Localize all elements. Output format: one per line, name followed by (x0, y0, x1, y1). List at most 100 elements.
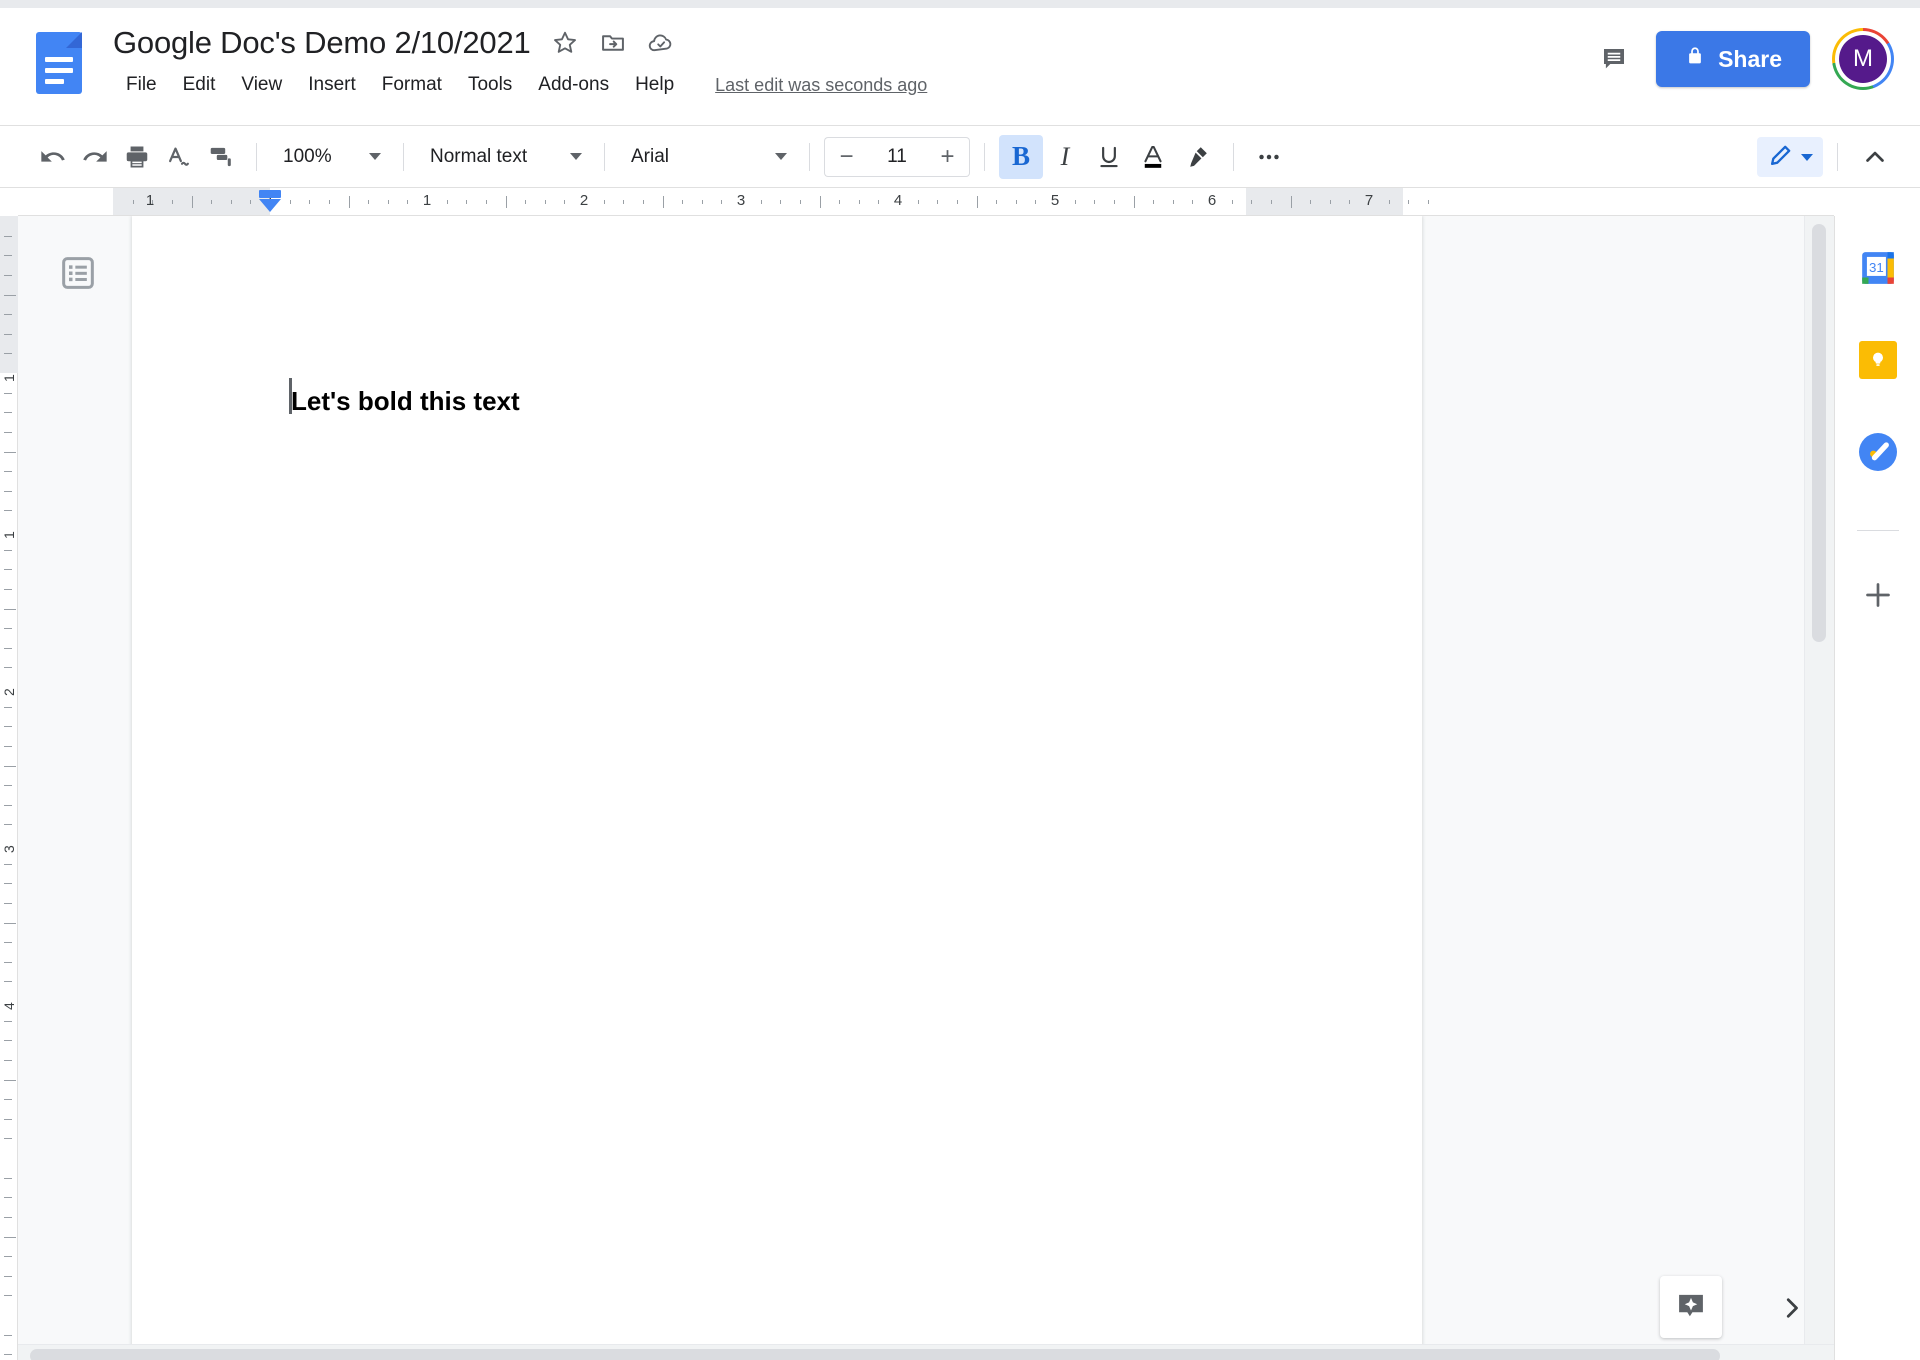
vertical-scrollbar-thumb[interactable] (1812, 224, 1826, 642)
editing-mode-button[interactable] (1757, 137, 1823, 177)
ruler-tick (4, 1197, 12, 1199)
ruler-tick (230, 200, 232, 204)
document-page[interactable]: Let's bold this text (132, 216, 1422, 1360)
increase-font-size-button[interactable]: + (926, 136, 970, 177)
lock-icon (1684, 45, 1706, 73)
menu-item-tools[interactable]: Tools (455, 70, 525, 100)
ruler-tick (4, 1295, 12, 1297)
ruler-tick (485, 200, 487, 204)
ruler-tick-label: 1 (145, 192, 155, 209)
font-family-select[interactable]: Arial (619, 137, 795, 177)
ruler-tick (4, 1020, 12, 1022)
avatar[interactable]: M (1832, 28, 1894, 90)
ruler-tick (917, 200, 919, 204)
paint-format-icon[interactable] (200, 136, 242, 178)
ruler-tick (4, 1059, 12, 1061)
right-indent-marker[interactable] (1235, 190, 1257, 198)
menu-item-insert[interactable]: Insert (295, 70, 369, 100)
ruler-tick (4, 981, 12, 983)
document-title[interactable]: Google Doc's Demo 2/10/2021 (113, 24, 531, 62)
cloud-saved-icon[interactable] (647, 29, 675, 57)
ruler-tick (839, 200, 841, 204)
decrease-font-size-button[interactable]: − (824, 136, 868, 177)
ruler-tick (1388, 200, 1390, 204)
formatting-toolbar: 100% Normal text Arial − 11 + B I (0, 126, 1920, 188)
right-margin-region[interactable] (1246, 188, 1403, 215)
ruler-tick (937, 200, 939, 204)
ruler-tick (4, 392, 12, 394)
spellcheck-icon[interactable] (158, 136, 200, 178)
ruler-tick (4, 431, 12, 433)
document-body-text[interactable]: Let's bold this text (291, 386, 520, 417)
ruler-tick-label: 6 (1207, 192, 1217, 209)
ruler-tick (623, 200, 625, 204)
menu-item-help[interactable]: Help (622, 70, 687, 100)
sidebar-item-google-calendar[interactable]: 31 (1850, 240, 1906, 296)
ruler-tick-label: 2 (579, 192, 589, 209)
horizontal-scrollbar-track[interactable] (18, 1344, 1834, 1360)
ruler-tick (4, 1099, 12, 1101)
document-outline-icon[interactable] (56, 251, 100, 295)
toolbar-divider (1837, 143, 1838, 171)
share-button[interactable]: Share (1656, 31, 1810, 87)
side-panel: 31 (1834, 216, 1920, 1360)
menu-item-file[interactable]: File (113, 70, 170, 100)
explore-button[interactable] (1660, 1276, 1722, 1338)
app-header: Google Doc's Demo 2/10/2021 File Edit Vi… (0, 8, 1920, 126)
vertical-ruler[interactable]: 1 1 2 3 4 (0, 216, 18, 1360)
paragraph-style-select[interactable]: Normal text (418, 137, 590, 177)
collapse-toolbar-button[interactable] (1852, 135, 1898, 179)
menu-item-edit[interactable]: Edit (170, 70, 229, 100)
highlight-color-button[interactable] (1175, 135, 1219, 179)
more-options-button[interactable] (1248, 136, 1290, 178)
undo-icon[interactable] (32, 136, 74, 178)
ruler-tick (819, 196, 821, 208)
bold-button[interactable]: B (999, 134, 1043, 179)
add-addon-button[interactable] (1850, 567, 1906, 623)
menu-item-format[interactable]: Format (369, 70, 455, 100)
star-icon[interactable] (551, 29, 579, 57)
ruler-tick-label: 4 (893, 192, 903, 209)
comment-history-icon[interactable] (1594, 39, 1634, 79)
ruler-tick (348, 196, 350, 208)
font-size-stepper: − 11 + (824, 136, 970, 177)
menu-item-addons[interactable]: Add-ons (525, 70, 622, 100)
ruler-tick (4, 942, 12, 944)
zoom-value: 100% (283, 145, 332, 167)
google-docs-logo-icon[interactable] (36, 32, 82, 94)
ruler-tick (4, 922, 16, 924)
ruler-tick (4, 647, 12, 649)
chevron-down-icon (570, 153, 582, 160)
redo-icon[interactable] (74, 136, 116, 178)
ruler-tick (368, 200, 370, 204)
left-indent-marker[interactable] (259, 190, 281, 212)
chevron-down-icon (369, 153, 381, 160)
move-to-folder-icon[interactable] (599, 29, 627, 57)
menu-item-view[interactable]: View (228, 70, 295, 100)
ruler-tick (4, 1334, 12, 1336)
ruler-tick (525, 200, 527, 204)
font-size-input[interactable]: 11 (868, 136, 926, 177)
header-actions: Share M (1594, 28, 1894, 90)
sidebar-item-google-keep[interactable] (1850, 332, 1906, 388)
horizontal-ruler[interactable]: 112345671 (18, 188, 1834, 216)
text-color-button[interactable] (1131, 135, 1175, 179)
toolbar-divider (256, 142, 257, 171)
ruler-tick (4, 804, 12, 806)
zoom-select[interactable]: 100% (271, 137, 389, 177)
expand-sidebar-button[interactable] (1764, 1280, 1820, 1336)
italic-button[interactable]: I (1043, 135, 1087, 179)
horizontal-scrollbar-thumb[interactable] (30, 1349, 1720, 1360)
menu-bar: File Edit View Insert Format Tools Add-o… (113, 70, 927, 100)
ruler-tick-label: 1 (1, 374, 17, 382)
sidebar-item-google-tasks[interactable] (1850, 424, 1906, 480)
last-edit-status[interactable]: Last edit was seconds ago (715, 75, 927, 96)
page-content-region[interactable] (270, 188, 1246, 215)
print-icon[interactable] (116, 136, 158, 178)
ruler-tick (4, 706, 12, 708)
ruler-tick (4, 294, 16, 296)
ruler-tick (4, 255, 12, 257)
underline-button[interactable] (1087, 135, 1131, 179)
toolbar-divider (1233, 142, 1234, 171)
ruler-tick (466, 200, 468, 204)
